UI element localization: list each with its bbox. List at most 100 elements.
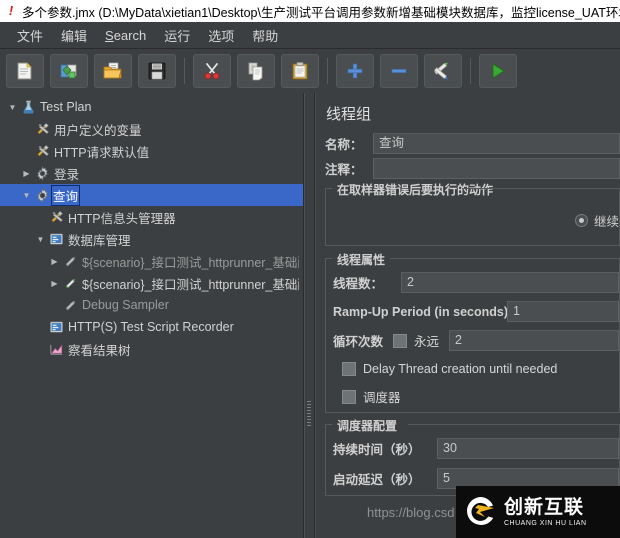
- scheduler-label: 调度器: [363, 391, 401, 405]
- collapse-all-button[interactable]: [380, 54, 418, 88]
- tree-item-http-header-manager[interactable]: HTTP信息头管理器: [0, 206, 303, 228]
- flask-icon: [19, 100, 38, 115]
- results-tree-icon: [47, 342, 66, 357]
- forever-checkbox[interactable]: [393, 333, 408, 348]
- delay-thread-creation-label: Delay Thread creation until needed: [363, 362, 558, 376]
- tree-toggle-expanded-icon[interactable]: ▼: [20, 191, 33, 200]
- scheduler-row[interactable]: 调度器: [326, 387, 619, 406]
- tree-item-label: 登录: [54, 167, 80, 182]
- tree-item-db-manage[interactable]: ▼ 数据库管理: [0, 228, 303, 250]
- tree-item-scenario-config-2[interactable]: ▶ ${scenario}_接口测试_httprunner_基础配置.: [0, 272, 303, 294]
- legend-rule-1: [462, 188, 619, 189]
- tree-item-scenario-config-1[interactable]: ▶ ${scenario}_接口测试_httprunner_基础配置.: [0, 250, 303, 272]
- paste-button[interactable]: [281, 54, 319, 88]
- expand-all-button[interactable]: [336, 54, 374, 88]
- tree-item-script-recorder[interactable]: HTTP(S) Test Script Recorder: [0, 316, 303, 338]
- loops-input[interactable]: 2: [449, 330, 619, 351]
- tools-icon: [33, 121, 52, 137]
- window-title: 多个参数.jmx (D:\MyData\xietian1\Desktop\生产测…: [22, 5, 620, 20]
- tree-item-label: Debug Sampler: [82, 298, 169, 312]
- tree-toggle-collapsed-icon[interactable]: ▶: [20, 169, 33, 178]
- menu-options[interactable]: 选项: [199, 23, 243, 48]
- watermark-url: https://blog.csd: [367, 505, 455, 520]
- duration-input[interactable]: 30: [437, 438, 619, 459]
- tree-item-test-plan[interactable]: ▼ Test Plan: [0, 96, 303, 118]
- toolbar-separator-3: [470, 58, 471, 84]
- tree-item-label: ${scenario}_接口测试_httprunner_基础配置.: [82, 255, 299, 270]
- split-divider-grip[interactable]: [307, 401, 311, 427]
- start-button[interactable]: [479, 54, 517, 88]
- new-button[interactable]: [6, 54, 44, 88]
- name-input[interactable]: 查询: [373, 133, 620, 154]
- pencil-gray-icon: [61, 254, 80, 269]
- copy-button[interactable]: [237, 54, 275, 88]
- tree-item-label: 察看结果树: [68, 343, 131, 358]
- tree-toggle-expanded-icon[interactable]: ▼: [6, 103, 19, 112]
- templates-button[interactable]: [50, 54, 88, 88]
- tree-item-label: HTTP(S) Test Script Recorder: [68, 320, 234, 334]
- cx-logo-icon: [464, 494, 498, 531]
- tree-toggle-expanded-icon[interactable]: ▼: [34, 235, 47, 244]
- tree-item-query[interactable]: ▼ 查询: [0, 184, 303, 206]
- error-action-options: 继续: [326, 200, 619, 239]
- menu-help[interactable]: 帮助: [243, 23, 287, 48]
- jmeter-window: ! 多个参数.jmx (D:\MyData\xietian1\Desktop\生…: [0, 0, 620, 538]
- save-button[interactable]: [138, 54, 176, 88]
- rampup-label: Ramp-Up Period (in seconds):: [333, 304, 513, 319]
- tree-item-view-results-tree[interactable]: 察看结果树: [0, 338, 303, 360]
- loops-label: 循环次数: [333, 335, 384, 349]
- gear-icon: [33, 165, 52, 181]
- tree-item-label: HTTP请求默认值: [54, 145, 150, 160]
- delay-thread-creation-checkbox[interactable]: [342, 362, 356, 376]
- menu-search[interactable]: Search: [96, 25, 155, 46]
- legend-rule-2: [390, 258, 619, 259]
- delay-creation-row[interactable]: Delay Thread creation until needed: [326, 362, 619, 376]
- templates-icon: [59, 61, 79, 81]
- recorder-icon: [47, 232, 66, 247]
- thread-properties-group: 线程属性 线程数： 2 Ramp-Up Period (in seconds):…: [325, 251, 620, 413]
- panel-title: 线程组: [326, 106, 372, 123]
- radio-continue-label: 继续: [593, 215, 619, 229]
- scheduler-checkbox[interactable]: [342, 389, 356, 404]
- sampler-error-action-group: 在取样器错误后要执行的动作 继续: [325, 181, 620, 246]
- duration-label: 持续时间（秒）: [333, 443, 421, 457]
- forever-label: 永远: [414, 335, 440, 349]
- loops-row: 循环次数 永远 2: [326, 330, 619, 351]
- logo-text: 创新互联 CHUANG XIN HU LIAN: [504, 497, 587, 527]
- rampup-row: Ramp-Up Period (in seconds): 1: [326, 301, 619, 322]
- threads-row: 线程数： 2: [326, 272, 619, 293]
- menu-run[interactable]: 运行: [155, 23, 199, 48]
- comment-input[interactable]: [373, 158, 620, 179]
- toggle-button[interactable]: [424, 54, 462, 88]
- comment-label: 注释：: [325, 163, 363, 177]
- tree-item-label: 用户定义的变量: [54, 123, 142, 138]
- menu-file[interactable]: 文件: [8, 23, 52, 48]
- thread-properties-legend: 线程属性: [333, 251, 390, 268]
- tree-item-login[interactable]: ▶ 登录: [0, 162, 303, 184]
- test-plan-tree[interactable]: ▼ Test Plan 用户定义的变量 HTTP请求默认值 ▶ 登录 ▼ 查询 HTTP信息头管…: [0, 93, 303, 360]
- tree-toggle-collapsed-icon[interactable]: ▶: [48, 257, 61, 266]
- tree-item-label: Test Plan: [40, 100, 92, 114]
- tree-item-http-defaults[interactable]: HTTP请求默认值: [0, 140, 303, 162]
- jmeter-alert-icon: !: [8, 3, 14, 18]
- threads-label: 线程数：: [333, 277, 384, 291]
- cut-button[interactable]: [193, 54, 231, 88]
- name-row: 名称： 查询: [316, 133, 620, 154]
- open-button[interactable]: [94, 54, 132, 88]
- rampup-input[interactable]: 1: [507, 301, 619, 322]
- tree-item-debug-sampler[interactable]: Debug Sampler: [0, 294, 303, 316]
- radio-continue[interactable]: [574, 214, 588, 227]
- window-titlebar: ! 多个参数.jmx (D:\MyData\xietian1\Desktop\生…: [0, 0, 620, 22]
- toolbar-separator-2: [327, 58, 328, 84]
- new-document-icon: [15, 61, 35, 81]
- tree-toggle-collapsed-icon[interactable]: ▶: [48, 279, 61, 288]
- tools-icon: [33, 143, 52, 159]
- tools-icon: [47, 209, 66, 225]
- tree-item-label: 数据库管理: [68, 233, 131, 248]
- tree-item-user-defined-vars[interactable]: 用户定义的变量: [0, 118, 303, 140]
- split-divider[interactable]: [304, 93, 315, 538]
- menu-edit[interactable]: 编辑: [52, 23, 96, 48]
- main-split-pane: ▼ Test Plan 用户定义的变量 HTTP请求默认值 ▶ 登录 ▼ 查询 HTTP信息头管…: [0, 93, 620, 538]
- threads-input[interactable]: 2: [401, 272, 619, 293]
- pencil-green-icon: [61, 276, 80, 291]
